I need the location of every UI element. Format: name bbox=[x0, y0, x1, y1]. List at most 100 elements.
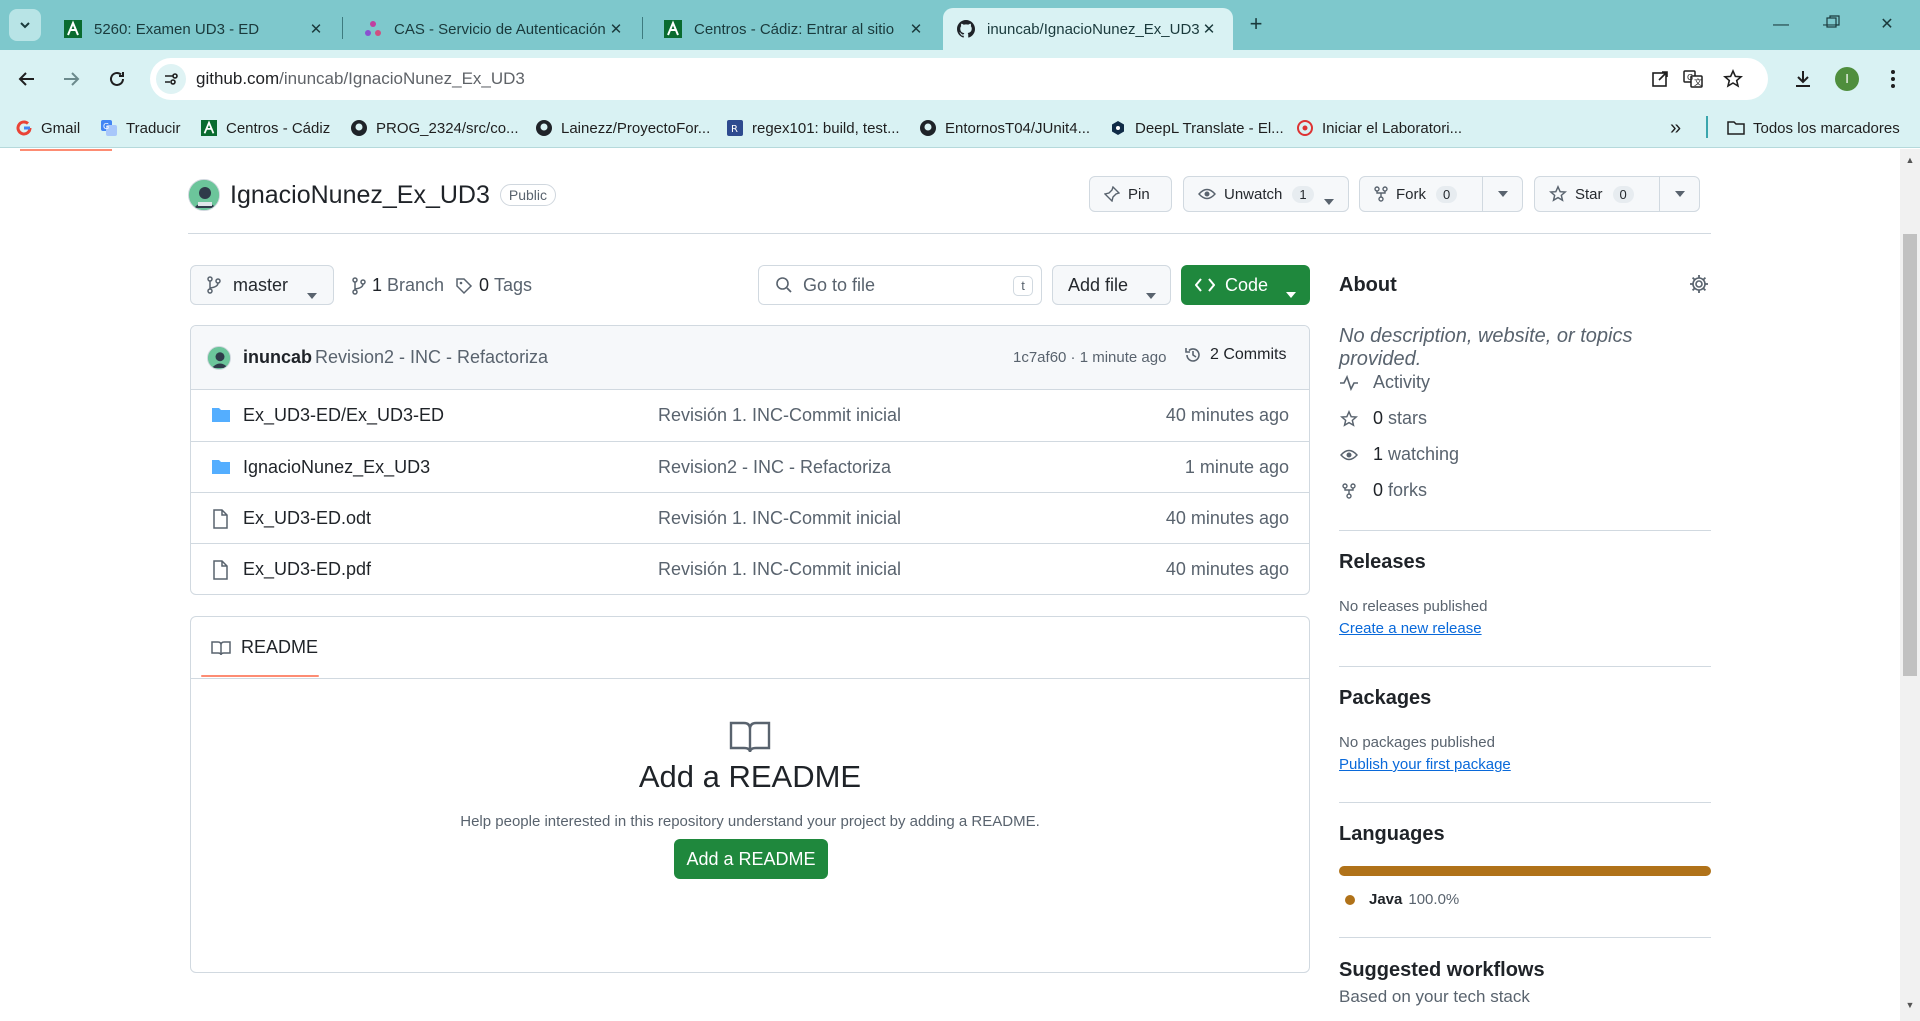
close-tab-icon[interactable]: ✕ bbox=[306, 20, 326, 38]
translate-icon[interactable]: G文 bbox=[1681, 67, 1705, 91]
code-button[interactable]: Code bbox=[1181, 265, 1310, 305]
branches-link[interactable]: 1 Branch bbox=[352, 275, 444, 296]
committer-name[interactable]: inuncab bbox=[243, 347, 312, 368]
browser-tab-active[interactable]: inuncab/IgnacioNunez_Ex_UD3 ✕ bbox=[943, 8, 1233, 50]
bookmark-item[interactable]: Lainezz/ProyectoFor... bbox=[535, 116, 710, 140]
language-item[interactable]: Java 100.0% bbox=[1345, 891, 1459, 908]
bookmark-item[interactable]: Centros - Cádiz bbox=[200, 116, 330, 140]
caret-down-icon bbox=[1324, 192, 1334, 209]
file-icon bbox=[211, 509, 231, 529]
moodle-a-icon bbox=[664, 20, 682, 38]
menu-kebab-icon[interactable] bbox=[1877, 63, 1909, 95]
file-row[interactable]: IgnacioNunez_Ex_UD3 Revision2 - INC - Re… bbox=[191, 441, 1309, 492]
forks-link[interactable]: 0 forks bbox=[1339, 480, 1427, 501]
go-to-file-input[interactable]: Go to file t bbox=[758, 265, 1042, 305]
file-commit-message[interactable]: Revisión 1. INC-Commit inicial bbox=[658, 405, 901, 426]
bookmark-item[interactable]: Iniciar el Laboratori... bbox=[1296, 116, 1462, 140]
cas-icon bbox=[364, 20, 382, 38]
download-icon[interactable] bbox=[1787, 63, 1819, 95]
browser-tab[interactable]: Centros - Cádiz: Entrar al sitio ✕ bbox=[650, 8, 940, 50]
bookmarks-overflow-icon[interactable]: » bbox=[1670, 116, 1681, 140]
bookmark-item[interactable]: G Traducir bbox=[100, 116, 180, 140]
file-name[interactable]: Ex_UD3-ED/Ex_UD3-ED bbox=[243, 405, 444, 426]
close-tab-icon[interactable]: ✕ bbox=[906, 20, 926, 38]
add-file-button[interactable]: Add file bbox=[1052, 265, 1171, 305]
commits-link[interactable]: 2 Commits bbox=[1184, 346, 1286, 364]
back-icon[interactable] bbox=[11, 63, 43, 95]
publish-package-link[interactable]: Publish your first package bbox=[1339, 756, 1511, 773]
scroll-down-icon[interactable]: ▼ bbox=[1903, 1000, 1917, 1014]
site-info-icon[interactable] bbox=[156, 64, 186, 94]
bookmark-item[interactable]: Gmail bbox=[15, 116, 80, 140]
scroll-up-icon[interactable]: ▲ bbox=[1903, 155, 1917, 169]
bookmark-star-icon[interactable] bbox=[1721, 67, 1745, 91]
new-tab-icon[interactable]: + bbox=[1240, 12, 1272, 38]
folder-icon bbox=[211, 458, 231, 478]
restore-icon[interactable] bbox=[1810, 12, 1856, 38]
bookmark-item[interactable]: DeepL Translate - El... bbox=[1109, 116, 1284, 140]
packages-empty: No packages published bbox=[1339, 734, 1495, 751]
releases-heading[interactable]: Releases bbox=[1339, 551, 1426, 574]
close-window-icon[interactable]: ✕ bbox=[1864, 12, 1910, 38]
star-button[interactable]: Star 0 bbox=[1534, 176, 1700, 212]
watching-link[interactable]: 1 watching bbox=[1339, 444, 1459, 465]
stars-link[interactable]: 0 stars bbox=[1339, 408, 1427, 429]
file-commit-message[interactable]: Revisión 1. INC-Commit inicial bbox=[658, 559, 901, 580]
gear-icon[interactable] bbox=[1689, 274, 1709, 299]
active-nav-underline bbox=[20, 149, 112, 151]
reload-icon[interactable] bbox=[101, 63, 133, 95]
file-time: 40 minutes ago bbox=[1165, 559, 1289, 579]
file-list: inuncab Revision2 - INC - Refactoriza 1c… bbox=[190, 325, 1310, 595]
packages-heading[interactable]: Packages bbox=[1339, 687, 1431, 710]
profile-avatar[interactable]: I bbox=[1831, 63, 1863, 95]
caret-down-icon bbox=[1286, 282, 1296, 303]
tab-search-button[interactable] bbox=[9, 9, 41, 41]
commit-hash-time[interactable]: 1c7af60 · 1 minute ago bbox=[1013, 349, 1166, 366]
repo-name[interactable]: IgnacioNunez_Ex_UD3 bbox=[230, 181, 490, 210]
fork-button[interactable]: Fork 0 bbox=[1359, 176, 1523, 212]
file-row[interactable]: Ex_UD3-ED/Ex_UD3-ED Revisión 1. INC-Comm… bbox=[191, 390, 1309, 441]
close-tab-icon[interactable]: ✕ bbox=[1199, 20, 1219, 38]
close-tab-icon[interactable]: ✕ bbox=[606, 20, 626, 38]
file-row[interactable]: Ex_UD3-ED.pdf Revisión 1. INC-Commit ini… bbox=[191, 543, 1309, 594]
committer-avatar[interactable] bbox=[207, 346, 231, 370]
github-icon bbox=[957, 20, 975, 38]
browser-tab-bar: 5260: Examen UD3 - ED ✕ CAS - Servicio d… bbox=[0, 0, 1920, 50]
browser-tab[interactable]: CAS - Servicio de Autenticación ✕ bbox=[350, 8, 640, 50]
bookmark-item[interactable]: EntornosT04/JUnit4... bbox=[919, 116, 1090, 140]
file-name[interactable]: IgnacioNunez_Ex_UD3 bbox=[243, 457, 430, 478]
activity-link[interactable]: Activity bbox=[1339, 372, 1430, 393]
search-icon bbox=[775, 276, 793, 294]
commit-message[interactable]: Revision2 - INC - Refactoriza bbox=[315, 347, 548, 368]
add-readme-button[interactable]: Add a README bbox=[674, 839, 828, 879]
all-bookmarks[interactable]: Todos los marcadores bbox=[1727, 116, 1900, 140]
caret-down-icon bbox=[307, 283, 317, 304]
scrollbar-thumb[interactable] bbox=[1903, 234, 1917, 676]
minimize-icon[interactable]: — bbox=[1758, 12, 1804, 38]
fork-dropdown[interactable] bbox=[1482, 177, 1523, 211]
suggested-workflows-subtitle: Based on your tech stack bbox=[1339, 987, 1530, 1006]
git-branch-icon bbox=[352, 276, 366, 295]
file-row[interactable]: Ex_UD3-ED.odt Revisión 1. INC-Commit ini… bbox=[191, 492, 1309, 543]
file-name[interactable]: Ex_UD3-ED.odt bbox=[243, 508, 371, 529]
file-time: 1 minute ago bbox=[1184, 457, 1289, 477]
create-release-link[interactable]: Create a new release bbox=[1339, 620, 1482, 637]
bookmark-item[interactable]: PROG_2324/src/co... bbox=[350, 116, 519, 140]
star-dropdown[interactable] bbox=[1659, 177, 1700, 211]
bookmark-item[interactable]: R regex101: build, test... bbox=[726, 116, 900, 140]
forward-icon[interactable] bbox=[55, 63, 87, 95]
browser-tab[interactable]: 5260: Examen UD3 - ED ✕ bbox=[50, 8, 340, 50]
chevron-down-icon bbox=[20, 22, 30, 29]
file-commit-message[interactable]: Revision2 - INC - Refactoriza bbox=[658, 457, 891, 478]
unwatch-button[interactable]: Unwatch 1 bbox=[1183, 176, 1349, 212]
owner-avatar[interactable] bbox=[188, 179, 220, 211]
file-commit-message[interactable]: Revisión 1. INC-Commit inicial bbox=[658, 508, 901, 529]
file-name[interactable]: Ex_UD3-ED.pdf bbox=[243, 559, 371, 580]
readme-tab[interactable]: README bbox=[211, 617, 318, 678]
open-in-app-icon[interactable] bbox=[1648, 67, 1672, 91]
deepl-icon bbox=[1109, 119, 1127, 137]
branch-selector[interactable]: master bbox=[190, 265, 334, 305]
tags-link[interactable]: 0 Tags bbox=[455, 275, 532, 296]
pin-button[interactable]: Pin bbox=[1089, 176, 1172, 212]
address-bar[interactable]: github.com/inuncab/IgnacioNunez_Ex_UD3 G… bbox=[150, 58, 1768, 100]
